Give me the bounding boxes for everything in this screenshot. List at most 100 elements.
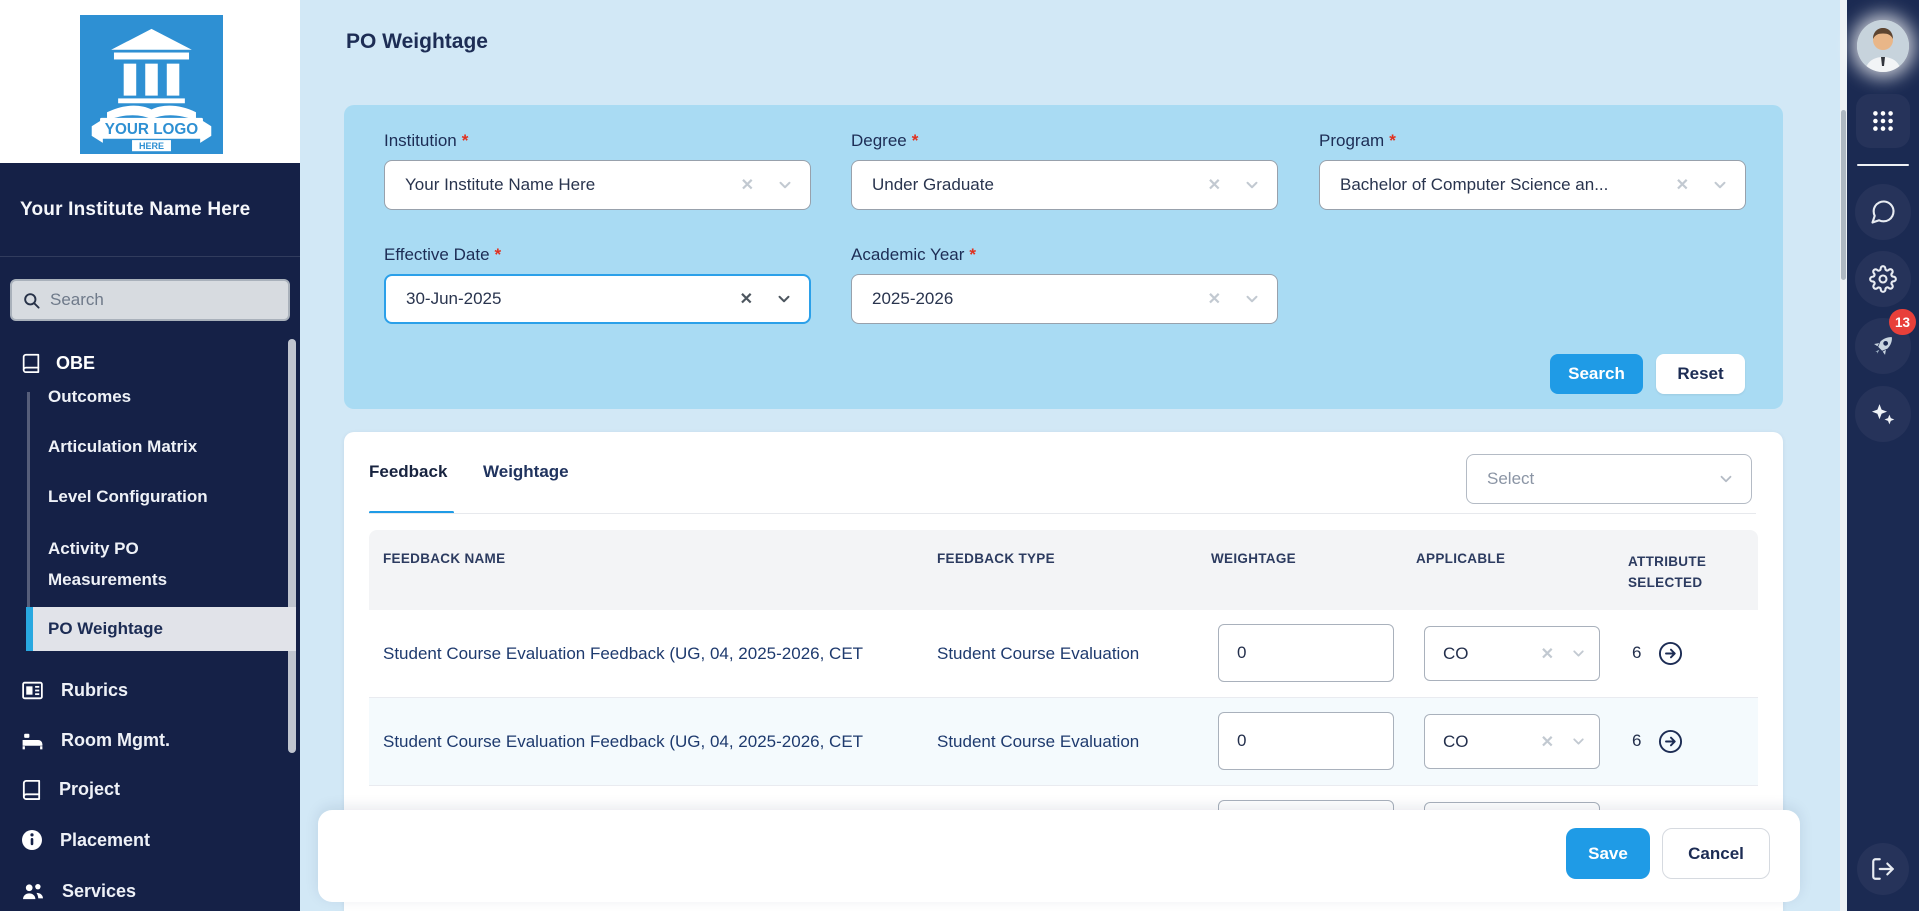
sidebar-item-outcomes[interactable]: Outcomes bbox=[48, 387, 131, 407]
subnav-guide-line bbox=[27, 392, 30, 607]
effective-date-select[interactable]: 30-Jun-2025 ✕ bbox=[384, 274, 811, 324]
right-icon-bar: 13 bbox=[1847, 0, 1919, 911]
tab-feedback[interactable]: Feedback bbox=[369, 462, 447, 482]
left-sidebar: YOUR LOGO HERE Your Institute Name Here … bbox=[0, 0, 300, 911]
institute-logo-graphic: YOUR LOGO HERE bbox=[80, 15, 223, 154]
institute-name: Your Institute Name Here bbox=[20, 199, 250, 221]
sidebar-group-label: OBE bbox=[56, 353, 95, 374]
search-icon bbox=[22, 291, 41, 310]
column-feedback-name: FEEDBACK NAME bbox=[383, 551, 505, 566]
save-button[interactable]: Save bbox=[1566, 828, 1650, 879]
table-header: FEEDBACK NAME FEEDBACK TYPE WEIGHTAGE AP… bbox=[369, 530, 1758, 610]
program-select[interactable]: Bachelor of Computer Science an... ✕ bbox=[1319, 160, 1746, 210]
sidebar-item-po-weightage[interactable]: PO Weightage bbox=[29, 607, 296, 651]
chevron-down-icon bbox=[1243, 176, 1261, 194]
clear-icon[interactable]: ✕ bbox=[1676, 175, 1689, 195]
sidebar-item-rubrics[interactable]: Rubrics bbox=[20, 678, 128, 703]
required-mark: * bbox=[462, 131, 469, 150]
users-icon bbox=[20, 878, 46, 904]
applicable-select[interactable]: CO ✕ bbox=[1424, 626, 1600, 681]
cancel-button[interactable]: Cancel bbox=[1662, 828, 1770, 879]
program-field: Program* Bachelor of Computer Science an… bbox=[1319, 131, 1746, 210]
active-item-indicator bbox=[26, 607, 33, 651]
table-row: Student Course Evaluation Feedback (UG, … bbox=[369, 698, 1758, 786]
degree-label: Degree* bbox=[851, 131, 1278, 151]
ai-assist-button[interactable] bbox=[1855, 386, 1911, 442]
page-scrollbar-thumb[interactable] bbox=[1841, 110, 1846, 280]
notification-badge: 13 bbox=[1889, 309, 1916, 335]
applicable-select[interactable]: CO ✕ bbox=[1424, 714, 1600, 769]
chat-icon bbox=[1869, 198, 1897, 226]
arrow-right-circle-icon[interactable] bbox=[1657, 640, 1684, 670]
column-weightage: WEIGHTAGE bbox=[1211, 551, 1296, 566]
arrow-right-circle-icon[interactable] bbox=[1657, 728, 1684, 758]
feedback-type-cell: Student Course Evaluation bbox=[937, 644, 1139, 664]
attributes-selected-count: 6 bbox=[1632, 643, 1641, 663]
sidebar-item-project[interactable]: Project bbox=[20, 778, 120, 801]
action-footer-bar: Save Cancel bbox=[318, 810, 1800, 902]
sidebar-item-placement[interactable]: Placement bbox=[20, 828, 150, 852]
clear-icon[interactable]: ✕ bbox=[1541, 644, 1554, 664]
logout-button[interactable] bbox=[1857, 843, 1909, 895]
sidebar-search[interactable] bbox=[10, 279, 290, 321]
settings-button[interactable] bbox=[1855, 251, 1911, 307]
feedback-name-cell: Student Course Evaluation Feedback (UG, … bbox=[383, 644, 925, 664]
bed-icon bbox=[20, 728, 45, 753]
table-row: Student Course Evaluation Feedback (UG, … bbox=[369, 610, 1758, 698]
logo-area: YOUR LOGO HERE bbox=[0, 0, 300, 163]
chevron-down-icon bbox=[1717, 470, 1735, 488]
required-mark: * bbox=[1389, 131, 1396, 150]
institution-field: Institution* Your Institute Name Here ✕ bbox=[384, 131, 811, 210]
search-button[interactable]: Search bbox=[1550, 354, 1643, 394]
sidebar-group-obe[interactable]: OBE bbox=[20, 352, 95, 374]
book-icon bbox=[20, 778, 43, 801]
active-item-label: PO Weightage bbox=[48, 619, 163, 639]
institute-name-bar: Your Institute Name Here bbox=[0, 163, 300, 257]
page-scrollbar bbox=[1840, 0, 1847, 911]
effective-date-field: Effective Date* 30-Jun-2025 ✕ bbox=[384, 245, 811, 324]
clear-icon[interactable]: ✕ bbox=[1208, 175, 1221, 195]
clear-icon[interactable]: ✕ bbox=[1208, 289, 1221, 309]
degree-field: Degree* Under Graduate ✕ bbox=[851, 131, 1278, 210]
institute-logo: YOUR LOGO HERE bbox=[80, 15, 223, 154]
search-input[interactable] bbox=[50, 290, 278, 310]
reset-button[interactable]: Reset bbox=[1656, 354, 1745, 394]
logo-text-line1: YOUR LOGO bbox=[105, 121, 199, 138]
avatar[interactable] bbox=[1857, 20, 1909, 72]
info-icon bbox=[20, 828, 44, 852]
chevron-down-icon bbox=[1570, 733, 1587, 750]
weightage-input[interactable] bbox=[1218, 712, 1394, 770]
whats-new-button[interactable]: 13 bbox=[1855, 318, 1911, 374]
sidebar-scrollbar[interactable] bbox=[288, 339, 296, 753]
column-applicable: APPLICABLE bbox=[1416, 551, 1505, 566]
chevron-down-icon bbox=[1711, 176, 1729, 194]
institution-label: Institution* bbox=[384, 131, 811, 151]
sidebar-item-activity-po-measurements[interactable]: Activity PO Measurements bbox=[48, 533, 238, 595]
avatar-photo bbox=[1857, 20, 1909, 72]
degree-select[interactable]: Under Graduate ✕ bbox=[851, 160, 1278, 210]
tabs-separator bbox=[369, 513, 1756, 514]
academic-year-select[interactable]: 2025-2026 ✕ bbox=[851, 274, 1278, 324]
academic-year-label: Academic Year* bbox=[851, 245, 1278, 265]
institution-select[interactable]: Your Institute Name Here ✕ bbox=[384, 160, 811, 210]
apps-grid-button[interactable] bbox=[1856, 94, 1910, 148]
clear-icon[interactable]: ✕ bbox=[740, 289, 753, 309]
required-mark: * bbox=[912, 131, 919, 150]
sidebar-item-services[interactable]: Services bbox=[20, 878, 136, 904]
sidebar-item-articulation-matrix[interactable]: Articulation Matrix bbox=[48, 437, 197, 457]
weightage-input[interactable] bbox=[1218, 624, 1394, 682]
book-icon bbox=[20, 352, 42, 374]
sidebar-item-room-mgmt[interactable]: Room Mgmt. bbox=[20, 728, 170, 753]
clear-icon[interactable]: ✕ bbox=[1541, 732, 1554, 752]
chevron-down-icon bbox=[1570, 645, 1587, 662]
attributes-selected-count: 6 bbox=[1632, 731, 1641, 751]
chat-button[interactable] bbox=[1855, 184, 1911, 240]
chevron-down-icon bbox=[775, 290, 793, 308]
tab-weightage[interactable]: Weightage bbox=[483, 462, 569, 482]
sidebar-item-level-configuration[interactable]: Level Configuration bbox=[48, 487, 208, 507]
column-feedback-type: FEEDBACK TYPE bbox=[937, 551, 1055, 566]
table-filter-select[interactable]: Select bbox=[1466, 454, 1752, 504]
clear-icon[interactable]: ✕ bbox=[741, 175, 754, 195]
feedback-name-cell: Student Course Evaluation Feedback (UG, … bbox=[383, 732, 925, 752]
rightbar-divider bbox=[1857, 164, 1909, 166]
